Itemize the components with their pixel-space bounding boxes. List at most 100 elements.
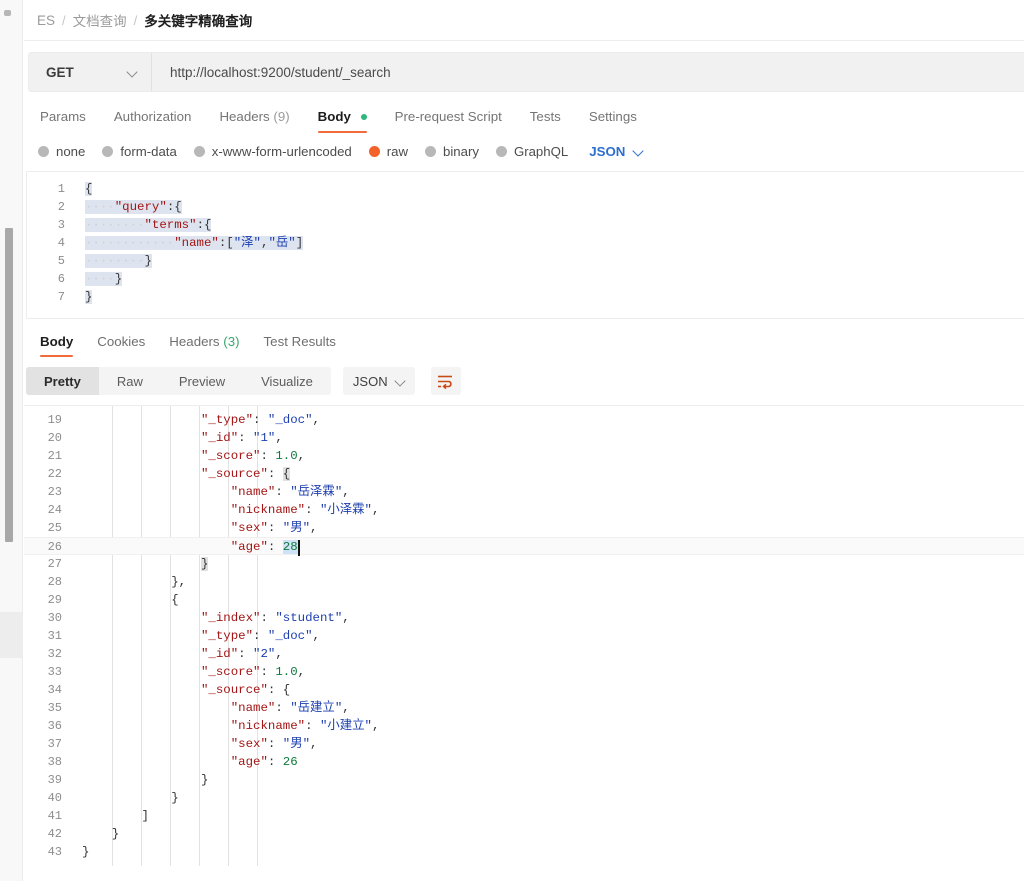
code-token: :{ [166,200,182,214]
code-token: "_source" [200,467,268,481]
tab-settings[interactable]: Settings [575,109,651,133]
left-rail [0,0,23,881]
response-body-editor[interactable]: 19 "_type": "_doc", 20 "_id": "1", 21 "_sc… [24,405,1024,866]
body-modified-dot-icon [360,114,367,121]
code-text: "sex": "男", [82,735,318,753]
code-token: : [267,755,283,769]
code-line: 24 "nickname": "小泽霖", [24,501,1024,519]
response-format-select[interactable]: JSON [342,367,415,395]
radio-icon [102,146,114,157]
body-format-select[interactable]: JSON [589,144,643,159]
line-number: 34 [47,683,62,697]
code-token: , [372,503,380,517]
code-text: ········} [85,252,152,270]
code-token: "岳" [268,236,296,250]
code-text: "_type": "_doc", [82,411,320,429]
response-headers-count: (3) [223,334,240,349]
request-body-editor[interactable]: 1{2 ····"query":{3 ········"terms":{4 ·····… [26,171,1024,319]
breadcrumb-item-1[interactable]: ES [37,13,55,28]
code-token: 1.0 [275,449,298,463]
response-tab-test-results[interactable]: Test Results [252,334,348,357]
code-token: "男" [282,521,311,535]
body-type-none[interactable]: none [38,144,85,159]
body-type-form-data[interactable]: form-data [102,144,177,159]
response-tab-body[interactable]: Body [28,334,85,357]
tab-tests[interactable]: Tests [516,109,575,133]
http-method-select[interactable]: GET [29,53,152,91]
response-tab-cookies[interactable]: Cookies [85,334,157,357]
code-token: ] [141,809,149,823]
code-token: : [260,611,276,625]
tab-pre-request-script[interactable]: Pre-request Script [381,109,516,133]
code-token: , [275,431,283,445]
view-mode-preview[interactable]: Preview [161,367,243,395]
body-type-label: x-www-form-urlencoded [211,144,352,159]
response-tab-headers[interactable]: Headers (3) [157,334,251,357]
tab-label: Params [40,109,86,124]
code-text: ····"query":{ [85,198,182,216]
line-number: 20 [47,431,62,445]
body-type-label: GraphQL [513,144,569,159]
tab-params[interactable]: Params [28,109,100,133]
code-token: : [238,431,254,445]
code-line: 21 "_score": 1.0, [24,447,1024,465]
tab-label: Settings [588,109,637,124]
code-text: "_id": "2", [82,645,283,663]
body-type-urlencoded[interactable]: x-www-form-urlencoded [193,144,352,159]
wrap-lines-button[interactable] [430,367,461,395]
code-token: : [305,503,320,517]
page-scrollbar-thumb[interactable] [5,228,13,542]
code-token: } [111,827,120,841]
code-line: 4 ············"name":["泽","岳"] [27,234,1024,252]
breadcrumb-item-current: 多关键字精确查询 [144,14,253,29]
code-line: 20 "_id": "1", [24,429,1024,447]
code-token: : [267,467,283,481]
code-text: ] [82,807,149,825]
request-tabs: Params Authorization Headers (9) Body Pr… [24,92,1024,133]
line-number: 22 [47,467,62,481]
radio-icon [495,146,507,157]
breadcrumb-item-2[interactable]: 文档查询 [73,10,127,30]
tab-headers[interactable]: Headers (9) [205,109,303,133]
breadcrumb-separator: / [62,12,66,28]
request-url-input[interactable] [152,53,1024,91]
code-token: { [171,593,179,607]
code-token: : [275,701,291,715]
view-mode-label: Visualize [261,373,313,389]
code-token: , [342,611,350,625]
view-mode-label: Raw [116,373,143,389]
code-token: :{ [196,218,212,232]
radio-selected-icon [368,146,380,157]
line-number: 42 [47,827,62,841]
code-line: 43} [24,843,1024,861]
code-token: : [305,719,320,733]
body-type-raw[interactable]: raw [368,144,408,159]
code-text: { [85,180,93,198]
code-token: : [260,449,276,463]
view-mode-raw[interactable]: Raw [99,367,161,395]
tab-label: Cookies [97,334,146,349]
code-text: "_type": "_doc", [82,627,320,645]
view-mode-pretty[interactable]: Pretty [26,367,99,395]
breadcrumb-separator: / [133,12,138,28]
tab-authorization[interactable]: Authorization [100,109,206,133]
body-type-binary[interactable]: binary [425,144,479,159]
code-line: 41 ] [24,807,1024,825]
body-type-graphql[interactable]: GraphQL [495,144,569,159]
code-token: { [85,182,93,196]
code-token: "student" [275,611,343,625]
code-line: 1{ [27,180,1024,198]
line-number: 41 [47,809,62,823]
code-token: "age" [230,540,268,554]
view-mode-label: Preview [178,373,226,389]
code-token: "男" [282,737,311,751]
tab-body[interactable]: Body [304,109,381,133]
view-mode-visualize[interactable]: Visualize [243,367,331,395]
line-number: 37 [47,737,62,751]
